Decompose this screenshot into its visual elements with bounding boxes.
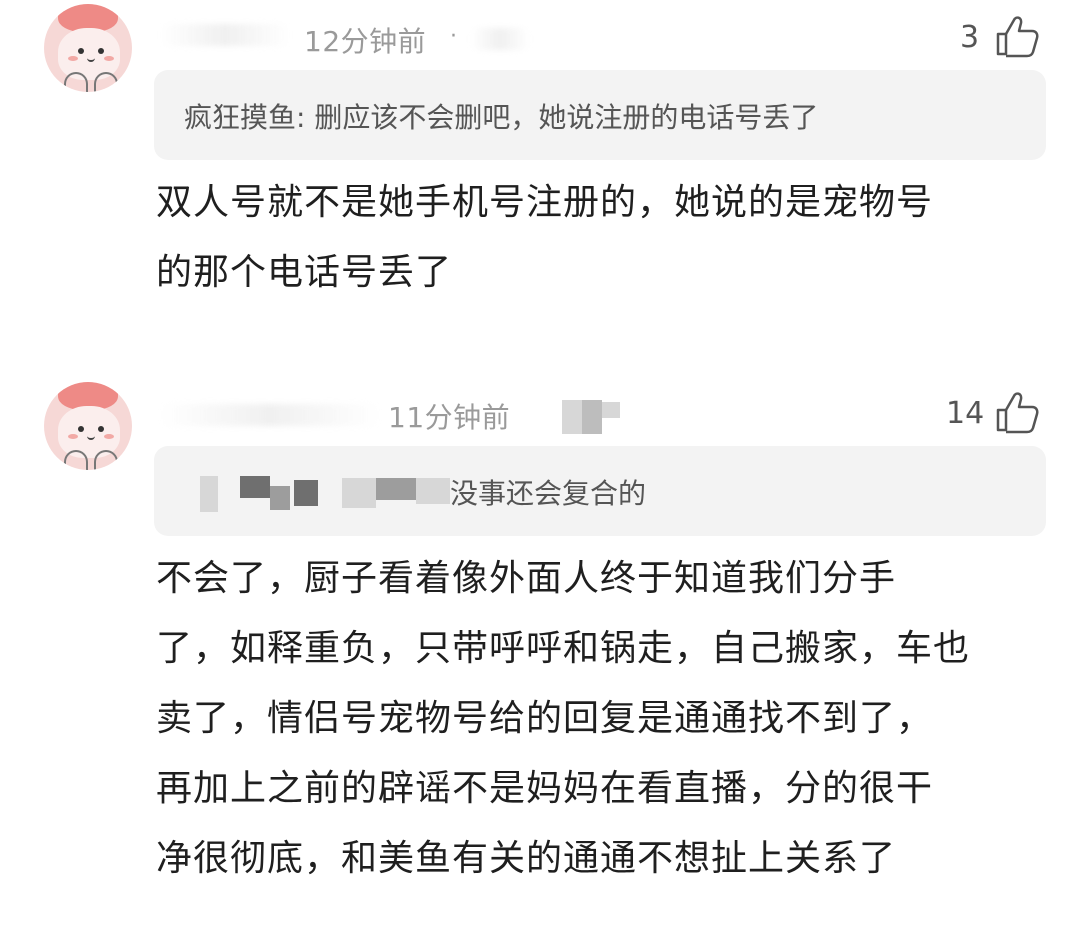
avatar[interactable] [44,4,132,92]
username-redacted [160,24,290,46]
like-count: 14 [946,396,985,431]
quoted-reply[interactable]: 没事还会复合的 [154,446,1046,536]
comment-body: 不会了，厨子看着像外面人终于知道我们分手 了，如释重负，只带呼呼和锅走，自己搬家… [156,544,1036,894]
comment-time: 11分钟前 [388,401,511,434]
avatar[interactable] [44,382,132,470]
comment-line: 双人号就不是她手机号注册的，她说的是宠物号 [156,182,934,223]
username-redacted [160,404,380,426]
separator-dot: · [450,24,457,49]
thumbs-up-icon[interactable] [994,14,1040,58]
comment-line: 净很彻底，和美鱼有关的通通不想扯上关系了 [156,838,897,879]
comment-body: 双人号就不是她手机号注册的，她说的是宠物号 的那个电话号丢了 [156,168,1036,308]
thumbs-up-icon[interactable] [994,390,1040,434]
quoted-reply[interactable]: 疯狂摸鱼: 删应该不会删吧，她说注册的电话号丢了 [154,70,1046,160]
comment-line: 的那个电话号丢了 [156,252,453,293]
location-redacted [470,28,530,50]
comment-line: 卖了，情侣号宠物号给的回复是通通找不到了， [156,698,934,739]
quote-text: 疯狂摸鱼: 删应该不会删吧，她说注册的电话号丢了 [184,96,818,136]
like-count: 3 [960,20,980,55]
comment-line: 再加上之前的辟谣不是妈妈在看直播，分的很干 [156,768,934,809]
quote-content: 没事还会复合的 [450,477,647,510]
quote-username[interactable]: 疯狂摸鱼: [184,101,305,134]
quote-content: 删应该不会删吧，她说注册的电话号丢了 [314,101,819,134]
comment-time: 12分钟前 [304,25,427,58]
comment-line: 不会了，厨子看着像外面人终于知道我们分手 [156,558,897,599]
comment-line: 了，如释重负，只带呼呼和锅走，自己搬家，车也 [156,628,971,669]
